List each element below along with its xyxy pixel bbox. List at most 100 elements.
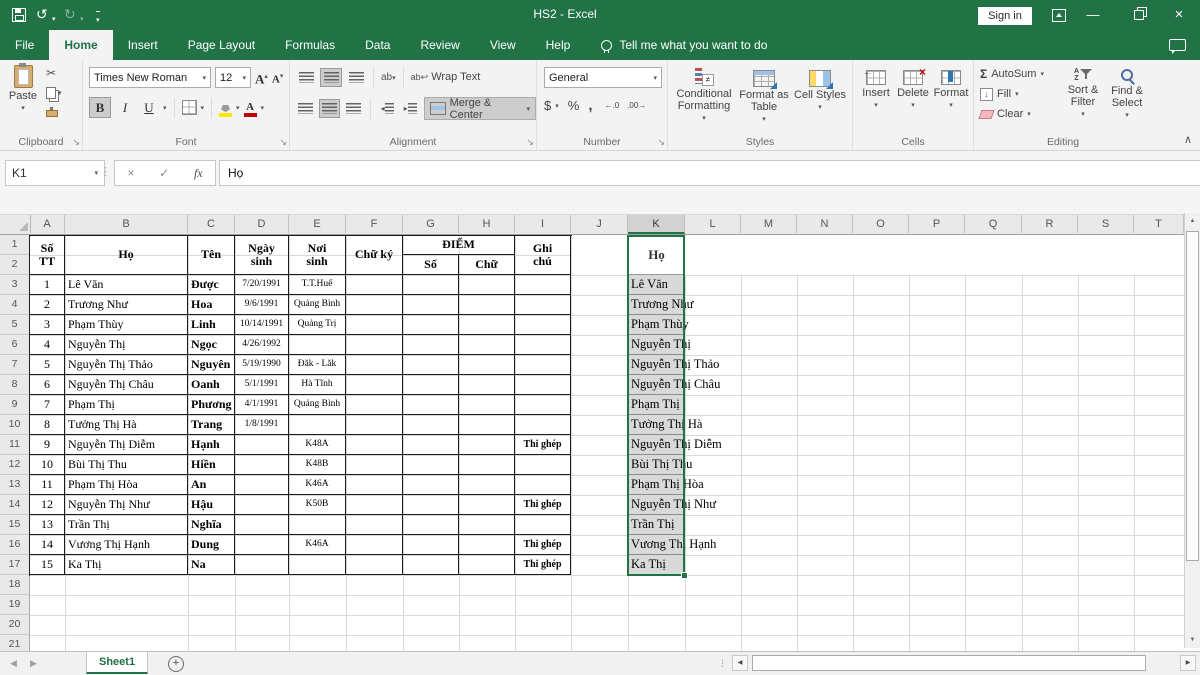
cell-E4[interactable]: Quảng Bình [289,295,346,315]
column-header-C[interactable]: C [188,215,235,233]
column-header-G[interactable]: G [403,215,459,233]
merge-center-button[interactable]: Merge & Center ▾ [424,97,536,120]
cell-C5[interactable]: Linh [188,315,235,335]
cell-F7[interactable] [346,355,403,375]
row-header-19[interactable]: 19 [0,595,30,615]
increase-indent-button[interactable]: ▸ [401,100,420,117]
cell-F16[interactable] [346,535,403,555]
cell-G15[interactable] [403,515,459,535]
cell-E6[interactable] [289,335,346,355]
sheet-tab-active[interactable]: Sheet1 [86,652,148,674]
cell-C13[interactable]: An [188,475,235,495]
cell-B5[interactable]: Phạm Thùy [65,315,188,335]
header-cell-noi-sinh[interactable]: Nơi sinh [289,235,346,275]
cell-C17[interactable]: Na [188,555,235,575]
cell-F3[interactable] [346,275,403,295]
row-header-4[interactable]: 4 [0,295,30,315]
cell-K5[interactable]: Phạm Thùy [628,315,685,335]
cell-A11[interactable]: 9 [30,435,65,455]
column-header-P[interactable]: P [909,215,965,233]
font-dialog-launcher-icon[interactable]: ↘ [279,137,287,148]
row-header-6[interactable]: 6 [0,335,30,355]
font-family-select[interactable]: Times New Roman▾ [89,67,211,88]
cell-I9[interactable] [515,395,571,415]
cell-G9[interactable] [403,395,459,415]
cell-G3[interactable] [403,275,459,295]
cell-H17[interactable] [459,555,515,575]
format-as-table-button[interactable]: Format as Table▾ [736,70,792,123]
column-header-D[interactable]: D [235,215,289,233]
cell-H3[interactable] [459,275,515,295]
cell-B15[interactable]: Trần Thị [65,515,188,535]
cell-F13[interactable] [346,475,403,495]
confirm-entry-icon[interactable]: ✓ [159,166,169,180]
column-header-J[interactable]: J [571,215,628,233]
row-header-1[interactable]: 1 [0,235,30,255]
sign-in-button[interactable]: Sign in [978,7,1032,25]
cell-H7[interactable] [459,355,515,375]
cell-H8[interactable] [459,375,515,395]
cell-I13[interactable] [515,475,571,495]
cell-G16[interactable] [403,535,459,555]
cell-H12[interactable] [459,455,515,475]
column-header-I[interactable]: I [515,215,571,233]
cell-A4[interactable]: 2 [30,295,65,315]
ribbon-display-options-icon[interactable] [1052,9,1066,22]
cell-H15[interactable] [459,515,515,535]
header-cell-ho[interactable]: Họ [65,235,188,275]
header-cell-chu-ky[interactable]: Chữ ký [346,235,403,275]
cell-D6[interactable]: 4/26/1992 [235,335,289,355]
row-header-15[interactable]: 15 [0,515,30,535]
header-cell-ghi-chu[interactable]: Ghi chú [515,235,571,275]
align-middle-button[interactable] [320,68,342,87]
cell-I11[interactable]: Thi ghép [515,435,571,455]
cell-I7[interactable] [515,355,571,375]
cell-A5[interactable]: 3 [30,315,65,335]
tab-insert[interactable]: Insert [113,30,173,60]
format-painter-button[interactable] [46,106,58,120]
cell-styles-button[interactable]: Cell Styles▾ [794,70,846,111]
cell-K16[interactable]: Vương Thị Hạnh [628,535,685,555]
cell-A6[interactable]: 4 [30,335,65,355]
cell-B3[interactable]: Lê Văn [65,275,188,295]
cell-D14[interactable] [235,495,289,515]
cell-K15[interactable]: Trần Thị [628,515,685,535]
column-header-E[interactable]: E [289,215,346,233]
cell-A14[interactable]: 12 [30,495,65,515]
cell-I10[interactable] [515,415,571,435]
cell-G7[interactable] [403,355,459,375]
cell-F5[interactable] [346,315,403,335]
format-cells-button[interactable]: Format▾ [933,70,969,109]
cell-I15[interactable] [515,515,571,535]
cell-E17[interactable] [289,555,346,575]
cell-B9[interactable]: Phạm Thị [65,395,188,415]
cell-E3[interactable]: T.T.Huế [289,275,346,295]
cell-E8[interactable]: Hà Tĩnh [289,375,346,395]
cell-G14[interactable] [403,495,459,515]
row-header-16[interactable]: 16 [0,535,30,555]
delete-cells-button[interactable]: × Delete▾ [895,70,931,109]
column-header-O[interactable]: O [853,215,909,233]
cell-H14[interactable] [459,495,515,515]
increase-decimal-button[interactable]: ←.0 [604,101,619,110]
row-header-10[interactable]: 10 [0,415,30,435]
cell-D5[interactable]: 10/14/1991 [235,315,289,335]
cell-H6[interactable] [459,335,515,355]
tell-me-box[interactable]: Tell me what you want to do [601,30,767,60]
decrease-decimal-button[interactable]: .00→ [627,101,646,110]
cancel-entry-icon[interactable]: × [127,166,134,180]
row-header-11[interactable]: 11 [0,435,30,455]
cell-G5[interactable] [403,315,459,335]
column-header-B[interactable]: B [65,215,188,233]
header-cell-so-tt[interactable]: Số TT [30,235,65,275]
cell-K6[interactable]: Nguyễn Thị [628,335,685,355]
fill-button[interactable]: ↓ Fill▾ [980,86,1044,102]
formula-bar-grip[interactable]: ⋮ [100,165,111,178]
decrease-indent-button[interactable]: ◂ [378,100,397,117]
insert-function-icon[interactable]: fx [194,166,203,181]
cell-F15[interactable] [346,515,403,535]
row-header-17[interactable]: 17 [0,555,30,575]
tab-view[interactable]: View [475,30,531,60]
scroll-down-icon[interactable]: ▼ [1185,632,1200,648]
collapse-ribbon-icon[interactable]: ∧ [1184,133,1192,146]
